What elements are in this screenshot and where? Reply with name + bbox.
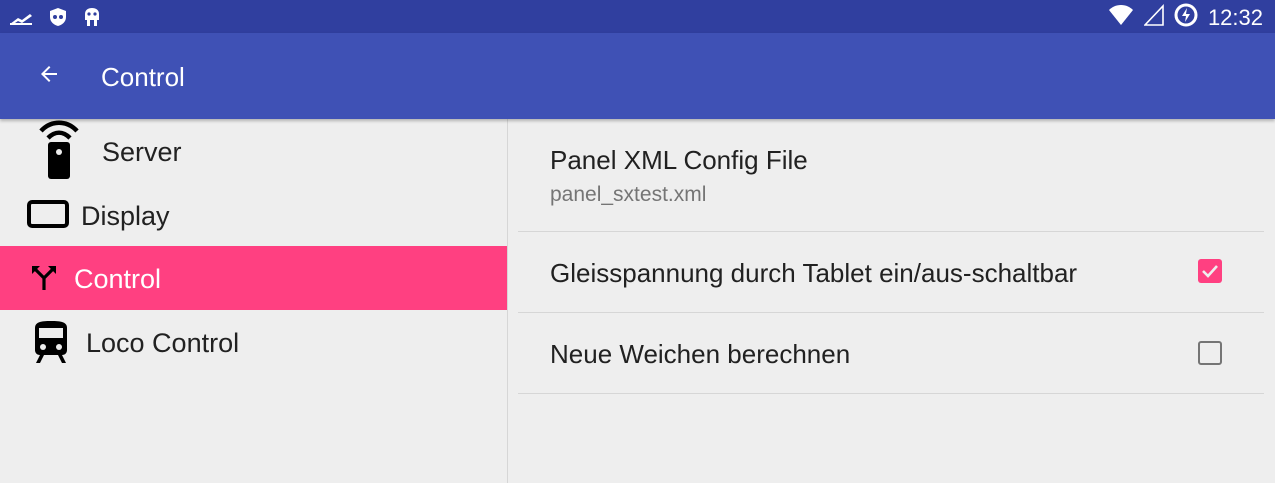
- app-bar: Control: [0, 33, 1275, 119]
- wifi-icon: [1108, 4, 1134, 31]
- pref-gleisspannung[interactable]: Gleisspannung durch Tablet ein/aus-schal…: [518, 232, 1264, 313]
- shield-icon: [48, 7, 68, 32]
- pref-panel-xml-config[interactable]: Panel XML Config File panel_sxtest.xml: [518, 119, 1264, 232]
- neue-weichen-checkbox[interactable]: [1198, 341, 1222, 365]
- sidebar-item-display[interactable]: Display: [0, 183, 507, 247]
- sidebar-item-label: Control: [74, 264, 162, 294]
- battery-charging-icon: [1174, 3, 1198, 32]
- sidebar-item-loco-control[interactable]: Loco Control: [0, 310, 507, 374]
- sidebar-item-control[interactable]: Control: [0, 246, 507, 310]
- gleisspannung-checkbox[interactable]: [1198, 259, 1222, 283]
- cellular-signal-icon: [1143, 3, 1164, 31]
- arrow-back-icon: [37, 62, 61, 91]
- pref-summary: panel_sxtest.xml: [550, 183, 707, 206]
- sidebar: Server Display Control Loco Control: [0, 119, 508, 483]
- call-split-icon: [30, 264, 58, 292]
- android-debug-icon: [82, 6, 102, 33]
- signal-strength-icon: [8, 8, 34, 31]
- remote-wifi-icon: [38, 119, 80, 181]
- sidebar-item-server[interactable]: Server: [0, 119, 507, 183]
- pref-title: Neue Weichen berechnen: [550, 339, 851, 369]
- status-right-icons: 12:32: [1108, 3, 1263, 32]
- status-bar: 12:32: [0, 0, 1275, 33]
- back-button[interactable]: [28, 55, 70, 97]
- page-title: Control: [101, 62, 185, 92]
- sidebar-item-label: Server: [102, 137, 182, 167]
- pref-neue-weichen[interactable]: Neue Weichen berechnen: [518, 313, 1264, 394]
- pref-title: Panel XML Config File: [550, 145, 808, 175]
- status-time: 12:32: [1207, 4, 1263, 30]
- train-icon: [32, 320, 70, 364]
- preferences-panel: Panel XML Config File panel_sxtest.xml G…: [508, 119, 1275, 483]
- tablet-icon: [27, 200, 69, 228]
- status-left-icons: [8, 6, 102, 33]
- sidebar-item-label: Display: [81, 201, 170, 231]
- sidebar-item-label: Loco Control: [86, 328, 240, 358]
- pref-title: Gleisspannung durch Tablet ein/aus-schal…: [550, 258, 1078, 288]
